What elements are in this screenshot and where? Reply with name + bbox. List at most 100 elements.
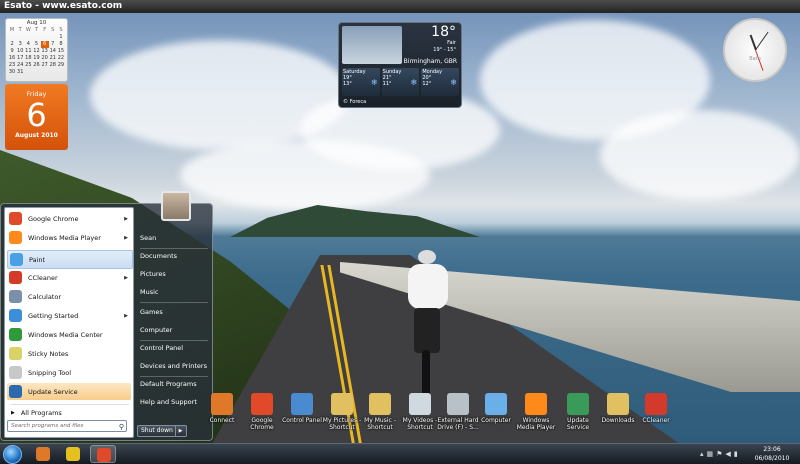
start-menu-item[interactable]: Snipping Tool <box>7 364 131 381</box>
calendar-date[interactable]: 15 <box>57 48 65 55</box>
power-icon[interactable]: ▮ <box>734 450 738 458</box>
calendar-day-view[interactable]: Friday 6 August 2010 <box>5 84 68 150</box>
search-placeholder: Search programs and files <box>11 423 84 429</box>
calendar-date[interactable]: 22 <box>57 55 65 62</box>
calendar-date[interactable]: 16 <box>8 55 16 62</box>
calendar-month-view[interactable]: Aug 10 M T W T F S S 1 2 3 4 5 6 7 8 9 10 11 12 13 14 15 16 17 1… <box>5 18 68 82</box>
menu-divider <box>140 376 208 377</box>
calendar-date[interactable]: 11 <box>24 48 32 55</box>
network-icon[interactable]: ▦ <box>707 450 714 458</box>
weather-condition: Fair <box>447 40 456 46</box>
chevron-right-icon[interactable]: ▶ <box>124 275 128 281</box>
chevron-right-icon[interactable]: ▶ <box>124 216 128 222</box>
media-player-icon <box>525 393 547 415</box>
start-menu-item[interactable]: Google Chrome ▶ <box>7 210 131 227</box>
start-menu-place[interactable]: Devices and Printers <box>140 360 210 372</box>
taskbar-clock[interactable]: 23:06 06/08/2010 <box>748 445 796 463</box>
calendar-date[interactable]: 23 <box>8 62 16 69</box>
start-menu-place[interactable]: Pictures <box>140 268 210 280</box>
start-button[interactable] <box>3 445 22 464</box>
taskbar-button[interactable] <box>60 445 86 463</box>
calendar-date[interactable]: 1 <box>57 34 65 41</box>
calendar-weekday: M <box>9 27 15 33</box>
chevron-right-icon[interactable]: ▶ <box>124 313 128 319</box>
calendar-date[interactable]: 13 <box>41 48 49 55</box>
start-menu-item[interactable]: Update Service <box>7 383 131 400</box>
flag-icon[interactable]: ⚑ <box>716 450 722 458</box>
start-menu-place[interactable]: Documents <box>140 250 210 262</box>
start-menu-item[interactable]: Windows Media Player ▶ <box>7 229 131 246</box>
menu-divider <box>140 340 208 341</box>
calendar-date[interactable]: 12 <box>32 48 40 55</box>
menu-divider <box>140 248 208 249</box>
calendar-date[interactable]: 6 <box>40 41 49 48</box>
system-tray: ▴ ▦ ⚑ ◀ ▮ <box>700 448 755 460</box>
calendar-date[interactable]: 4 <box>24 41 32 48</box>
start-menu-item[interactable]: Getting Started ▶ <box>7 307 131 324</box>
all-programs-button[interactable]: ▶ All Programs <box>7 407 131 419</box>
calendar-date[interactable]: 14 <box>49 48 57 55</box>
calendar-date <box>8 34 16 41</box>
taskbar-button[interactable] <box>90 445 116 463</box>
desktop-icon[interactable]: Control Panel <box>280 391 324 439</box>
shutdown-arrow-icon[interactable]: ▶ <box>175 426 185 436</box>
calendar-gadget[interactable]: Aug 10 M T W T F S S 1 2 3 4 5 6 7 8 9 10 11 12 13 14 15 16 17 1… <box>5 18 68 150</box>
start-menu-place[interactable]: Computer <box>140 324 210 336</box>
calendar-date[interactable]: 7 <box>49 41 57 48</box>
calendar-date[interactable]: 28 <box>49 62 57 69</box>
calculator-icon <box>9 290 22 303</box>
start-menu-item[interactable]: Paint <box>7 250 133 269</box>
menu-divider <box>140 302 208 303</box>
calendar-date[interactable]: 9 <box>8 48 16 55</box>
start-menu-place[interactable]: Music <box>140 286 210 298</box>
start-menu-item-label: Windows Media Center <box>28 330 103 339</box>
chevron-up-icon[interactable]: ▴ <box>700 450 704 458</box>
start-menu-item[interactable]: Sticky Notes <box>7 345 131 362</box>
desktop-icon[interactable]: Computer <box>474 391 518 439</box>
start-menu-place[interactable]: Default Programs <box>140 378 210 390</box>
calendar-date[interactable]: 18 <box>24 55 32 62</box>
snipping-tool-icon <box>9 366 22 379</box>
desktop-icon[interactable]: CCleaner <box>634 391 678 439</box>
calendar-date[interactable]: 25 <box>24 62 32 69</box>
calendar-date[interactable]: 19 <box>32 55 40 62</box>
desktop-icon[interactable]: Connect <box>200 391 244 439</box>
start-menu[interactable]: Google Chrome ▶ Windows Media Player ▶ Paint… <box>0 191 213 441</box>
start-menu-place[interactable]: Games <box>140 306 210 318</box>
calendar-date <box>24 69 32 76</box>
desktop-icon[interactable]: Google Chrome <box>240 391 284 439</box>
calendar-date[interactable]: 2 <box>8 41 16 48</box>
calendar-date[interactable]: 24 <box>16 62 24 69</box>
calendar-date[interactable]: 20 <box>41 55 49 62</box>
calendar-date[interactable]: 21 <box>49 55 57 62</box>
user-avatar[interactable] <box>161 191 191 221</box>
desktop-icon[interactable]: My Music - Shortcut <box>358 391 402 439</box>
start-menu-item[interactable]: Calculator <box>7 288 131 305</box>
chrome-icon <box>9 212 22 225</box>
start-menu-item-label: Google Chrome <box>28 214 79 223</box>
start-menu-place[interactable]: Sean <box>140 232 210 244</box>
calendar-date[interactable]: 30 <box>8 69 16 76</box>
desktop-icon-label: CCleaner <box>642 417 670 424</box>
start-menu-place[interactable]: Control Panel <box>140 342 210 354</box>
desktop-icon[interactable]: Update Service <box>556 391 600 439</box>
calendar-date[interactable]: 10 <box>16 48 24 55</box>
shutdown-button[interactable]: Shut down ▶ <box>137 425 187 437</box>
desktop-icon[interactable]: Windows Media Player <box>514 391 558 439</box>
volume-icon[interactable]: ◀ <box>725 450 730 458</box>
taskbar-button[interactable] <box>30 445 56 463</box>
calendar-date[interactable]: 5 <box>32 41 40 48</box>
search-input[interactable]: Search programs and files ⚲ <box>7 420 127 432</box>
start-menu-item[interactable]: CCleaner ▶ <box>7 269 131 286</box>
start-menu-item[interactable]: Windows Media Center <box>7 326 131 343</box>
calendar-date[interactable]: 27 <box>41 62 49 69</box>
calendar-date[interactable]: 17 <box>16 55 24 62</box>
weather-gadget[interactable]: 18° Fair 19° - 15° Birmingham, GBR Satur… <box>338 22 462 108</box>
calendar-date[interactable]: 29 <box>57 62 65 69</box>
chevron-right-icon[interactable]: ▶ <box>124 235 128 241</box>
calendar-date[interactable]: 3 <box>16 41 24 48</box>
calendar-date[interactable]: 31 <box>16 69 24 76</box>
calendar-date[interactable]: 26 <box>32 62 40 69</box>
calendar-date[interactable]: 8 <box>57 41 65 48</box>
clock-gadget[interactable]: Bath <box>723 18 787 82</box>
